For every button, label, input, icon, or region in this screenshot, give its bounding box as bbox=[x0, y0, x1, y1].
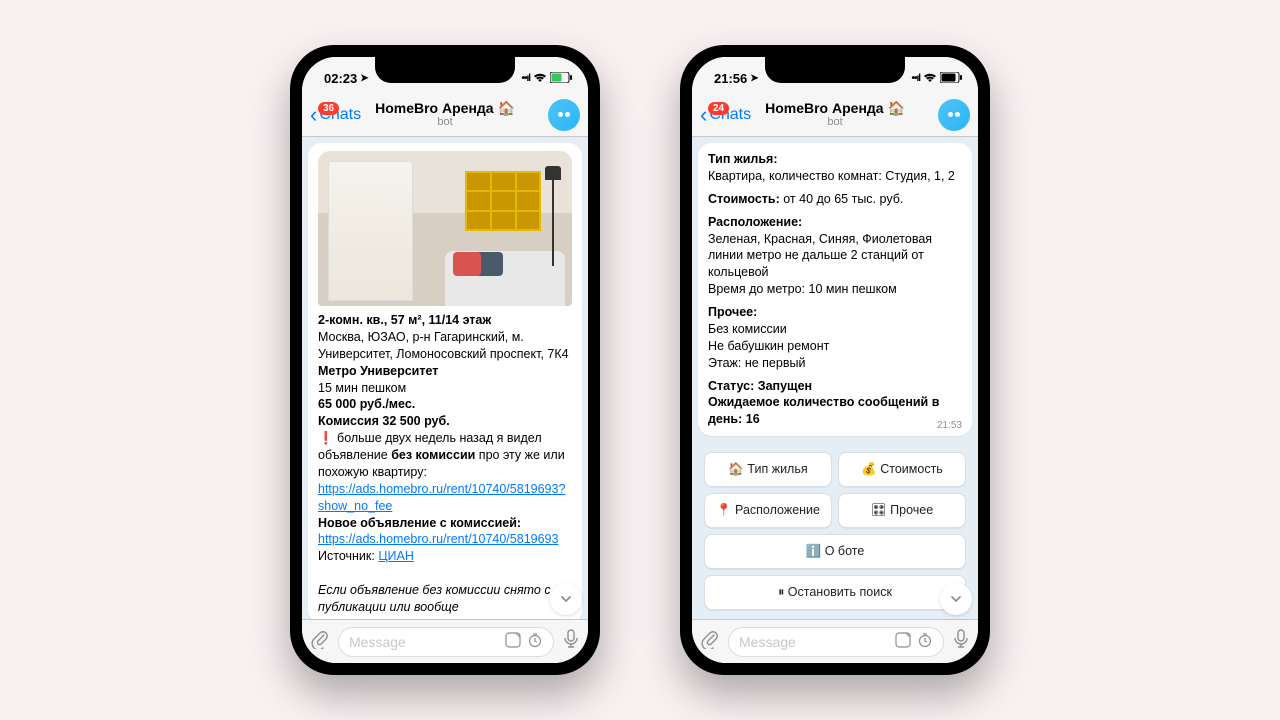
price: 65 000 руб./мес. bbox=[318, 397, 415, 411]
keyboard-row: 🏠 Тип жилья 💰 Стоимость bbox=[698, 449, 972, 490]
message-input[interactable]: Message bbox=[338, 627, 554, 657]
button-stop[interactable]: ⏸ Остановить поиск bbox=[704, 575, 966, 610]
notch bbox=[375, 57, 515, 83]
phone-mockup-left: 02:23 ➤ ••ıl ‹ 36 Chats HomeBro Аренда 🏠 bbox=[290, 45, 600, 675]
avatar[interactable] bbox=[548, 99, 580, 131]
timer-icon[interactable] bbox=[527, 632, 543, 652]
keyboard-row: ℹ️ О боте bbox=[698, 531, 972, 572]
message-bubble: Тип жилья: Квартира, количество комнат: … bbox=[698, 143, 972, 436]
chat-title: HomeBro Аренда 🏠 bbox=[765, 100, 905, 116]
link-with-fee[interactable]: https://ads.homebro.ru/rent/10740/581969… bbox=[318, 532, 558, 546]
location-icon: ➤ bbox=[360, 73, 368, 84]
listing-address: Москва, ЮЗАО, р-н Гагаринский, м. Универ… bbox=[318, 330, 569, 361]
source-label: Источник: bbox=[318, 549, 378, 563]
keyboard-row: 📍 Расположение 🎛 Прочее bbox=[698, 490, 972, 531]
chat-body[interactable]: 2-комн. кв., 57 м², 11/14 этаж Москва, Ю… bbox=[302, 137, 588, 619]
other-2: Не бабушкин ремонт bbox=[708, 339, 829, 353]
message-bubble: 2-комн. кв., 57 м², 11/14 этаж Москва, Ю… bbox=[308, 143, 582, 619]
attach-icon[interactable] bbox=[310, 629, 330, 655]
button-location[interactable]: 📍 Расположение bbox=[704, 493, 832, 528]
button-other[interactable]: 🎛 Прочее bbox=[838, 493, 966, 528]
sticker-icon[interactable] bbox=[895, 632, 911, 652]
walk-time: 15 мин пешком bbox=[318, 381, 406, 395]
back-button[interactable]: ‹ 24 Chats bbox=[700, 104, 751, 126]
price-label: Стоимость: bbox=[708, 192, 780, 206]
listing-title: 2-комн. кв., 57 м², 11/14 этаж bbox=[318, 313, 491, 327]
type-text: Квартира, количество комнат: Студия, 1, … bbox=[708, 169, 955, 183]
input-bar: Message bbox=[302, 619, 588, 663]
status-line: Статус: Запущен bbox=[708, 379, 812, 393]
chat-body[interactable]: Тип жилья: Квартира, количество комнат: … bbox=[692, 137, 978, 619]
signal-icon: ••ıl bbox=[911, 73, 920, 84]
attach-icon[interactable] bbox=[700, 629, 720, 655]
screen: 02:23 ➤ ••ıl ‹ 36 Chats HomeBro Аренда 🏠 bbox=[302, 57, 588, 663]
unread-badge: 24 bbox=[708, 102, 729, 115]
location-text: Зеленая, Красная, Синяя, Фиолетовая лини… bbox=[708, 232, 932, 280]
location-icon: ➤ bbox=[750, 73, 758, 84]
mic-icon[interactable] bbox=[562, 629, 580, 655]
message-input[interactable]: Message bbox=[728, 627, 944, 657]
chat-subtitle: bot bbox=[375, 116, 515, 129]
phone-mockup-right: 21:56 ➤ ••ıl ‹ 24 Chats HomeBro Аренда 🏠 bbox=[680, 45, 990, 675]
wifi-icon bbox=[923, 71, 937, 86]
status-icons: ••ıl bbox=[911, 71, 962, 86]
input-bar: Message bbox=[692, 619, 978, 663]
chat-header: ‹ 36 Chats HomeBro Аренда 🏠 bot bbox=[302, 93, 588, 137]
commission: Комиссия 32 500 руб. bbox=[318, 414, 450, 428]
other-3: Этаж: не первый bbox=[708, 356, 805, 370]
status-time: 21:56 bbox=[714, 71, 747, 86]
battery-icon bbox=[550, 71, 572, 86]
unread-badge: 36 bbox=[318, 102, 339, 115]
chevron-left-icon: ‹ bbox=[700, 104, 707, 126]
placeholder: Message bbox=[349, 634, 406, 650]
link-no-fee[interactable]: https://ads.homebro.ru/rent/10740/581969… bbox=[318, 482, 565, 513]
timer-icon[interactable] bbox=[917, 632, 933, 652]
chevron-left-icon: ‹ bbox=[310, 104, 317, 126]
chat-header: ‹ 24 Chats HomeBro Аренда 🏠 bot bbox=[692, 93, 978, 137]
type-label: Тип жилья: bbox=[708, 152, 778, 166]
other-1: Без комиссии bbox=[708, 322, 787, 336]
location-walk: Время до метро: 10 мин пешком bbox=[708, 282, 897, 296]
source-link[interactable]: ЦИАН bbox=[378, 549, 414, 563]
button-about[interactable]: ℹ️ О боте bbox=[704, 534, 966, 569]
warning-bold: без комиссии bbox=[388, 448, 476, 462]
status-time: 02:23 bbox=[324, 71, 357, 86]
status-icons: ••ıl bbox=[521, 71, 572, 86]
listing-photo[interactable] bbox=[318, 151, 572, 306]
scroll-down-button[interactable] bbox=[550, 583, 582, 615]
price-text: от 40 до 65 тыс. руб. bbox=[780, 192, 904, 206]
placeholder: Message bbox=[739, 634, 796, 650]
screen: 21:56 ➤ ••ıl ‹ 24 Chats HomeBro Аренда 🏠 bbox=[692, 57, 978, 663]
scroll-down-button[interactable] bbox=[940, 583, 972, 615]
location-label: Расположение: bbox=[708, 215, 802, 229]
button-price[interactable]: 💰 Стоимость bbox=[838, 452, 966, 487]
button-type[interactable]: 🏠 Тип жилья bbox=[704, 452, 832, 487]
chat-title: HomeBro Аренда 🏠 bbox=[375, 100, 515, 116]
metro-label: Метро Университет bbox=[318, 364, 438, 378]
signal-icon: ••ıl bbox=[521, 73, 530, 84]
keyboard-row: ⏸ Остановить поиск bbox=[698, 572, 972, 613]
mic-icon[interactable] bbox=[952, 629, 970, 655]
back-button[interactable]: ‹ 36 Chats bbox=[310, 104, 361, 126]
sticker-icon[interactable] bbox=[505, 632, 521, 652]
other-label: Прочее: bbox=[708, 305, 757, 319]
expected-line: Ожидаемое количество сообщений в день: 1… bbox=[708, 395, 939, 426]
wifi-icon bbox=[533, 71, 547, 86]
message-time: 21:53 bbox=[937, 419, 962, 433]
notch bbox=[765, 57, 905, 83]
note-text: Если объявление без комиссии снято с пуб… bbox=[318, 583, 551, 614]
avatar[interactable] bbox=[938, 99, 970, 131]
chat-subtitle: bot bbox=[765, 116, 905, 129]
battery-icon bbox=[940, 71, 962, 86]
new-ad-label: Новое объявление с комиссией: bbox=[318, 516, 521, 530]
